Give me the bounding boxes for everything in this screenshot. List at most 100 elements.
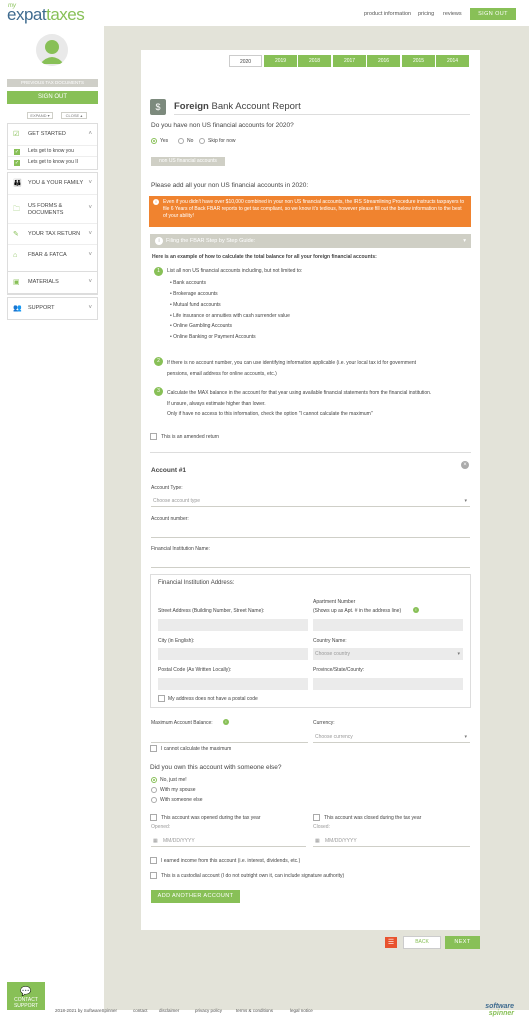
sidebar-sign-out-button[interactable]: SIGN OUT [7,91,98,104]
question-joint-owner: Did you own this account with someone el… [150,764,282,771]
chevron-down-icon: ▾ [47,113,50,118]
earned-income-checkbox[interactable] [150,857,157,864]
postal-label: Postal Code (As Written Locally): [158,667,232,673]
info-icon[interactable]: i [413,607,419,613]
opened-date-input[interactable]: ▦ MM/DD/YYYY [151,835,306,847]
materials-icon: ▣ [13,279,20,286]
custodial-checkbox[interactable] [150,872,157,879]
list-icon[interactable]: ☰ [385,937,397,948]
chevron-up-icon: ▴ [80,113,83,118]
radio-just-me[interactable] [151,777,157,783]
step1-text: List all non US financial accounts inclu… [167,268,303,274]
step-number-3: 3 [154,387,163,396]
account-title: Account #1 [151,467,187,474]
back-button[interactable]: BACK [403,936,441,949]
max-balance-input[interactable] [151,731,308,743]
sidebar: PREVIOUS TAX DOCUMENTS SIGN OUT EXPAND ▾… [0,26,104,1024]
institution-name-input[interactable] [151,556,470,568]
logo[interactable]: my expattaxes [0,0,85,24]
bank-icon: ⌂ [13,252,18,259]
radio-skip[interactable] [199,138,205,144]
province-label: Province/State/County: [313,667,365,673]
step2-text: If there is no account number, you can u… [167,360,417,366]
footer-copyright: 2018-2021 by SoftwareSpinner [55,1008,118,1013]
closed-date-input[interactable]: ▦ MM/DD/YYYY [313,835,470,847]
close-button[interactable]: CLOSE ▴ [61,112,87,119]
add-another-account-button[interactable]: ADD ANOTHER ACCOUNT [151,890,240,903]
sidebar-subitem-know-you[interactable]: ✓ Lets get to know you [8,145,97,156]
menu-get-started: ☑ GET STARTED ˄ ✓ Lets get to know you ✓… [7,123,98,170]
logo-text: expattaxes [7,5,85,24]
footer-link-legal[interactable]: legal notice [290,1008,313,1013]
sidebar-item-fbar[interactable]: ⌂ FBAR & FATCA ˅ [8,244,97,265]
institution-name-label: Financial Institution Name: [151,546,210,552]
tab-year-2016[interactable]: 2016 [367,55,400,67]
tab-year-2015[interactable]: 2015 [402,55,435,67]
radio-someone-else[interactable] [151,797,157,803]
cannot-calculate-label: I cannot calculate the maximum [161,746,232,752]
no-postal-checkbox[interactable] [158,695,165,702]
account-type-label: Account Type: [151,485,183,491]
sidebar-item-family[interactable]: 👪 YOU & YOUR FAMILY ˅ [8,173,97,194]
sidebar-item-materials[interactable]: ▣ MATERIALS ˅ [8,272,97,293]
tab-year-2018[interactable]: 2018 [298,55,331,67]
footer-link-privacy[interactable]: privacy policy [195,1008,222,1013]
country-select[interactable]: Choose country ▾ [313,648,463,660]
chevron-down-icon: ˅ [88,252,92,258]
radio-yes[interactable] [151,138,157,144]
support-icon: 👥 [13,305,22,312]
warning-banner: i Even if you didn't have over $10,000 c… [149,196,471,227]
tab-year-2017[interactable]: 2017 [333,55,366,67]
tab-year-2014[interactable]: 2014 [436,55,469,67]
step3-text: Calculate the MAX balance in the account… [167,390,432,396]
sidebar-subitem-know-you-2[interactable]: ✓ Lets get to know you II [8,156,97,167]
account-number-input[interactable] [151,526,470,538]
street-input[interactable] [158,619,308,631]
no-postal-label: My address does not have a postal code [168,696,258,702]
nav-product-information[interactable]: product information [364,11,411,17]
radio-just-me-label: No, just me! [160,777,187,783]
footer-link-contact[interactable]: contact [133,1008,148,1013]
sidebar-item-us-forms[interactable]: 🗀 US FORMS & DOCUMENTS ˅ [8,194,97,223]
opened-checkbox[interactable] [150,814,157,821]
remove-account-icon[interactable]: × [461,461,469,469]
cannot-calculate-checkbox[interactable] [150,745,157,752]
tab-year-2019[interactable]: 2019 [264,55,297,67]
question-add-accounts: Please add all your non US financial acc… [151,182,309,189]
apartment-input[interactable] [313,619,463,631]
account-type-select[interactable]: Choose account type ▾ [151,495,470,507]
sidebar-item-support[interactable]: 👥 SUPPORT ˅ [8,298,97,319]
radio-no[interactable] [178,138,184,144]
tab-year-2020[interactable]: 2020 [229,55,262,67]
footer-link-disclaimer[interactable]: disclaimer [159,1008,179,1013]
city-input[interactable] [158,648,308,660]
chevron-up-icon: ˄ [88,131,92,137]
previous-tax-documents-button[interactable]: PREVIOUS TAX DOCUMENTS [7,79,98,87]
footer-link-terms[interactable]: terms & conditions [236,1008,273,1013]
chevron-down-icon: ˅ [88,205,92,211]
page-title: Foreign Bank Account Report [174,101,301,112]
step1-item: • Online Banking or Payment Accounts [170,334,256,340]
closed-checkbox[interactable] [313,814,320,821]
info-icon[interactable]: i [223,719,229,725]
province-input[interactable] [313,678,463,690]
radio-someone-else-label: With someone else [160,797,203,803]
expand-button[interactable]: EXPAND ▾ [27,112,53,119]
menu-materials: ▣ MATERIALS ˅ [7,271,98,294]
guide-accordion-header[interactable]: i Filing the FBAR Step by Step Guide: ▾ [150,234,471,248]
radio-spouse-label: With my spouse [160,787,196,793]
postal-input[interactable] [158,678,308,690]
sidebar-item-get-started[interactable]: ☑ GET STARTED ˄ [8,124,97,145]
nav-pricing[interactable]: pricing [418,11,434,17]
radio-spouse[interactable] [151,787,157,793]
calendar-icon: ▦ [315,838,320,844]
next-button[interactable]: NEXT [445,936,480,949]
chevron-down-icon: ˅ [88,180,92,186]
nav-reviews[interactable]: reviews [443,11,462,17]
sidebar-item-tax-return[interactable]: ✎ YOUR TAX RETURN ˅ [8,223,97,244]
currency-select[interactable]: Choose currency ▾ [313,731,470,743]
amended-return-checkbox[interactable] [150,433,157,440]
sign-out-button[interactable]: SIGN OUT [470,8,516,20]
avatar[interactable] [36,34,68,66]
software-spinner-logo[interactable]: software spinner [470,1003,514,1017]
